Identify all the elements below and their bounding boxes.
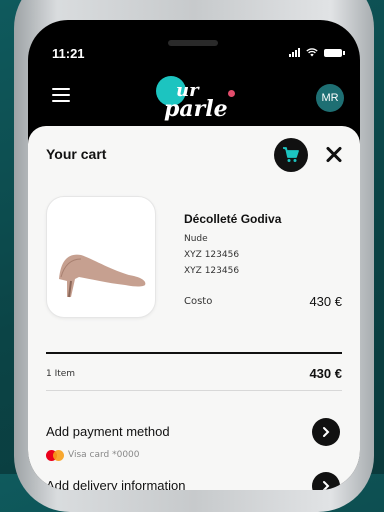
add-payment-button[interactable]	[312, 418, 340, 446]
cart-sheet: Your cart Décolleté Godiva Nude XYZ 1234…	[28, 126, 360, 490]
cart-button[interactable]	[274, 138, 308, 172]
product-color: Nude	[184, 234, 208, 244]
logo-dot	[228, 90, 235, 97]
chevron-right-icon	[323, 427, 330, 437]
divider	[46, 352, 342, 354]
status-time: 11:21	[52, 46, 85, 61]
items-count: 1 Item	[46, 369, 76, 379]
mastercard-icon	[46, 450, 64, 462]
product-name: Décolleté Godiva	[184, 212, 282, 226]
phone-screen: 11:21 ur parle MR Your cart Décolleté Go…	[28, 20, 360, 490]
cost-label: Costo	[184, 296, 213, 307]
cart-icon	[283, 147, 299, 162]
product-image-card[interactable]	[46, 196, 156, 318]
add-delivery-label[interactable]: Add delivery information	[46, 478, 185, 490]
close-button[interactable]	[320, 140, 348, 168]
speaker	[168, 40, 218, 46]
add-delivery-button[interactable]	[312, 472, 340, 490]
cart-title: Your cart	[46, 146, 107, 162]
payment-card-info: Visa card *0000	[68, 450, 140, 460]
chevron-right-icon	[323, 481, 330, 490]
logo-text-bottom: parle	[164, 96, 228, 122]
cost-value: 430 €	[309, 294, 342, 309]
menu-icon[interactable]	[52, 88, 70, 106]
wifi-icon	[306, 48, 318, 57]
app-header: ur parle MR	[28, 70, 360, 126]
brand-logo[interactable]: ur parle	[156, 74, 246, 122]
total-price: 430 €	[309, 366, 342, 381]
battery-icon	[324, 49, 345, 57]
product-code-secondary: XYZ 123456	[184, 266, 240, 276]
product-code: XYZ 123456	[184, 250, 240, 260]
divider	[46, 390, 342, 391]
status-icons	[289, 48, 345, 57]
shoe-image	[59, 254, 146, 298]
avatar[interactable]: MR	[316, 84, 344, 112]
add-payment-label[interactable]: Add payment method	[46, 424, 170, 439]
signal-icon	[289, 48, 300, 57]
